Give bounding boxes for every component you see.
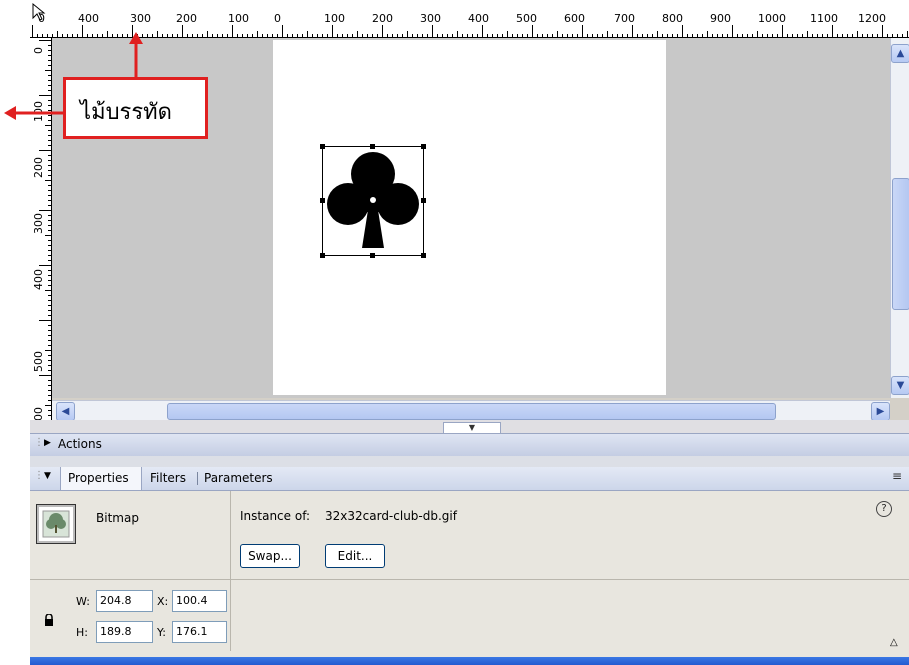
vertical-scroll-thumb[interactable] [892, 178, 909, 310]
ruler-label: 800 [662, 12, 683, 25]
expand-panel-icon[interactable]: △ [890, 637, 898, 648]
ruler-label: 400 [78, 12, 99, 25]
properties-panel: Bitmap Instance of: 32x32card-club-db.gi… [30, 491, 909, 657]
actions-panel-header[interactable]: ⋮ ▶ Actions [30, 433, 909, 457]
ruler-label: 300 [32, 213, 45, 234]
ruler-label: 400 [32, 269, 45, 290]
chevron-left-icon[interactable]: ◀ [56, 402, 75, 421]
ruler-label: 100 [324, 12, 345, 25]
instance-value: 32x32card-club-db.gif [325, 509, 457, 523]
grip-icon[interactable]: ⋮ [34, 470, 44, 481]
ruler-label: 200 [372, 12, 393, 25]
lock-icon[interactable] [44, 611, 54, 626]
divider [230, 491, 231, 579]
expand-triangle-icon[interactable]: ▶ [44, 438, 51, 448]
ruler-label: 200 [32, 157, 45, 178]
ruler-callout: ไม้บรรทัด [63, 77, 208, 139]
vertical-scrollbar[interactable]: ▲ ▼ [890, 38, 909, 398]
panel-collapse-strip[interactable]: ▼ [30, 420, 909, 434]
ruler-label: 1000 [758, 12, 786, 25]
tab-label: Properties [68, 471, 129, 485]
height-field[interactable]: 189.8 [96, 621, 153, 643]
y-label: Y: [157, 626, 166, 639]
horizontal-scroll-thumb[interactable] [167, 403, 776, 420]
instance-of-label: Instance of: [240, 509, 311, 523]
w-label: W: [76, 595, 90, 608]
bitmap-tree-icon [36, 504, 76, 544]
swap-button[interactable]: Swap... [240, 544, 300, 568]
h-label: H: [76, 626, 88, 639]
tab-properties[interactable]: Properties [60, 467, 142, 490]
ruler-label: 100 [228, 12, 249, 25]
ruler-label: 300 [420, 12, 441, 25]
x-field[interactable]: 100.4 [172, 590, 227, 612]
chevron-down-icon[interactable]: ▼ [891, 376, 909, 395]
divider [30, 579, 909, 580]
actions-label: Actions [58, 437, 102, 451]
ruler-label: 1200 [858, 12, 886, 25]
chevron-right-icon[interactable]: ▶ [871, 402, 890, 421]
ruler-label: 400 [468, 12, 489, 25]
horizontal-ruler[interactable]: 0 400 300 200 100 0 100 200 300 400 500 … [30, 0, 909, 38]
properties-panel-header: ⋮ ▼ Properties Filters Parameters ≡ [30, 467, 909, 491]
ruler-label: 500 [516, 12, 537, 25]
ruler-label: 200 [176, 12, 197, 25]
y-field[interactable]: 176.1 [172, 621, 227, 643]
ruler-label: 300 [130, 12, 151, 25]
collapse-triangle-icon[interactable]: ▼ [44, 471, 51, 481]
club-bitmap[interactable] [318, 142, 428, 260]
chevron-up-icon[interactable]: ▲ [891, 44, 909, 63]
tab-parameters[interactable]: Parameters [204, 471, 273, 485]
ruler-label: 500 [32, 351, 45, 372]
panel-menu-icon[interactable]: ≡ [892, 469, 902, 483]
taskbar [30, 657, 909, 665]
horizontal-scrollbar[interactable]: ◀ ▶ [52, 400, 890, 421]
tab-filters[interactable]: Filters [150, 471, 186, 485]
ruler-label: 600 [564, 12, 585, 25]
help-icon[interactable]: ? [876, 501, 892, 517]
width-field[interactable]: 204.8 [96, 590, 153, 612]
arrow-tool-icon[interactable] [30, 2, 48, 22]
divider [230, 579, 231, 651]
ruler-label: 0 [274, 12, 281, 25]
edit-button[interactable]: Edit... [325, 544, 385, 568]
tab-divider [197, 472, 198, 485]
symbol-type-label: Bitmap [96, 511, 139, 525]
panel-gap [30, 456, 909, 467]
grip-icon[interactable]: ⋮ [34, 437, 44, 448]
x-label: X: [157, 595, 169, 608]
ruler-label: 700 [614, 12, 635, 25]
ruler-label: 1100 [810, 12, 838, 25]
ruler-label: 900 [710, 12, 731, 25]
callout-text: ไม้บรรทัด [80, 100, 172, 125]
